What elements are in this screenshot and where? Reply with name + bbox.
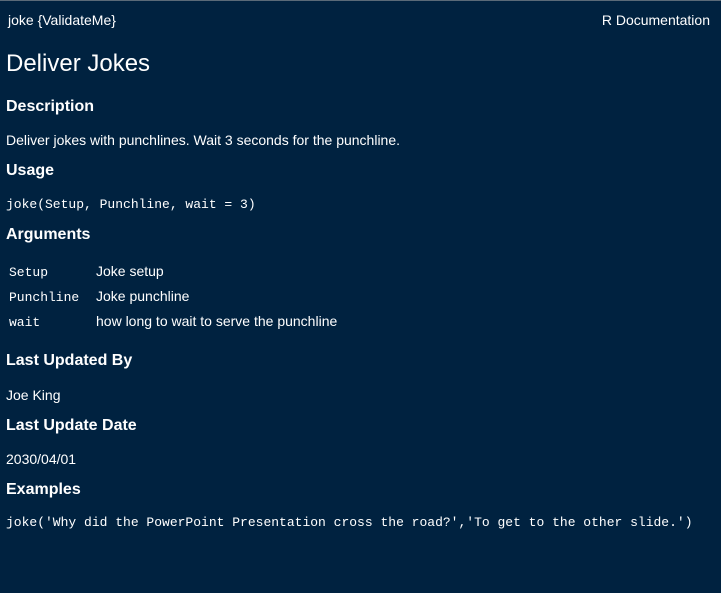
doc-header: joke {ValidateMe} R Documentation	[0, 12, 721, 30]
argument-row: Setup Joke setup	[9, 263, 509, 288]
last-update-date-value: 2030/04/01	[6, 451, 77, 467]
argument-row: wait how long to wait to serve the punch…	[9, 313, 509, 338]
top-border	[0, 0, 721, 1]
argument-row: Punchline Joke punchline	[9, 288, 509, 313]
argument-description: Joke punchline	[96, 288, 190, 304]
argument-description: Joke setup	[96, 263, 164, 279]
package-topic-label: joke {ValidateMe}	[8, 12, 116, 28]
argument-name: Setup	[9, 265, 49, 280]
arguments-heading: Arguments	[6, 226, 91, 243]
last-updated-by-heading: Last Updated By	[6, 352, 133, 369]
r-documentation-label: R Documentation	[601, 12, 710, 28]
description-text: Deliver jokes with punchlines. Wait 3 se…	[6, 132, 401, 148]
argument-description: how long to wait to serve the punchline	[96, 313, 338, 329]
usage-heading: Usage	[6, 162, 55, 179]
examples-code: joke('Why did the PowerPoint Presentatio…	[6, 515, 693, 530]
last-updated-by-value: Joe King	[6, 387, 61, 403]
page-title: Deliver Jokes	[6, 50, 151, 77]
description-heading: Description	[6, 98, 95, 115]
arguments-table: Setup Joke setup Punchline Joke punchlin…	[9, 263, 509, 338]
argument-name: wait	[9, 315, 41, 330]
examples-heading: Examples	[6, 481, 81, 498]
last-update-date-heading: Last Update Date	[6, 417, 137, 434]
argument-name: Punchline	[9, 290, 80, 305]
usage-code: joke(Setup, Punchline, wait = 3)	[6, 197, 256, 212]
